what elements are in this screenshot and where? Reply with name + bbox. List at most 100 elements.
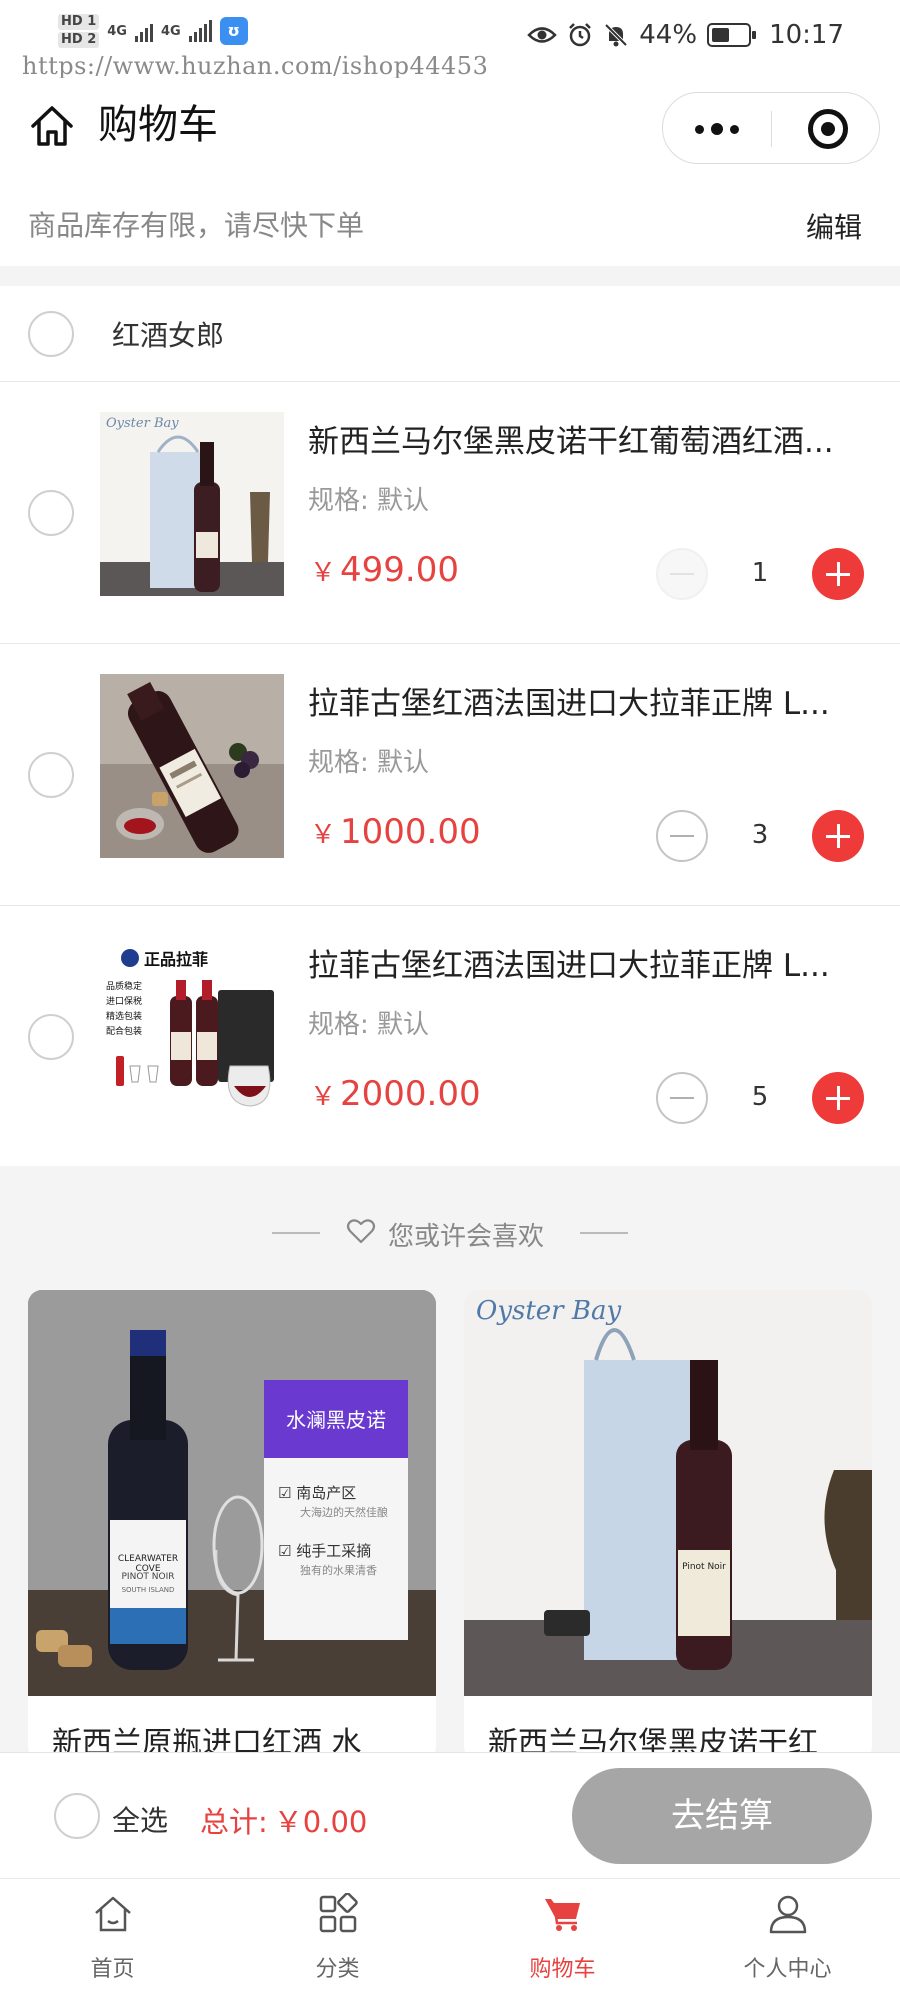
- image-feature: ☑ 南岛产区: [278, 1484, 357, 1502]
- price-value: 1000.00: [340, 812, 481, 852]
- divider-line: [272, 1232, 320, 1234]
- tab-home[interactable]: 首页: [0, 1879, 225, 2000]
- image-feature-sub: 大海边的天然佳酿: [300, 1506, 388, 1519]
- item-title[interactable]: 新西兰马尔堡黑皮诺干红葡萄酒红酒...: [308, 416, 868, 461]
- target-icon[interactable]: [808, 109, 848, 149]
- bottle-brand: CLEARWATER COVE: [117, 1554, 179, 1574]
- alarm-icon: [569, 23, 592, 47]
- store-name: 红酒女郎: [112, 319, 225, 352]
- image-point: 品质稳定: [106, 982, 143, 992]
- price-value: 499.00: [340, 550, 459, 590]
- tab-category[interactable]: 分类: [225, 1879, 450, 2000]
- cart-item: Oyster Bay 新西兰马尔堡黑皮诺干红葡萄酒红酒... 规格: 默认 ￥ 4…: [0, 382, 900, 644]
- app-notification-icon: ʊ: [219, 17, 248, 45]
- image-brand: Oyster Bay: [476, 1296, 622, 1326]
- status-left: HD 1 HD 2 4G 4G ʊ: [58, 14, 248, 48]
- quantity-plus-button[interactable]: [812, 810, 864, 862]
- tab-cart[interactable]: 购物车: [450, 1879, 675, 2000]
- total-label: 总计:: [200, 1805, 268, 1839]
- tab-bar: 首页 分类 购物车 个人中心: [0, 1878, 900, 2000]
- feature-label: 纯手工采摘: [296, 1542, 372, 1560]
- image-point: 精选包装: [106, 1012, 143, 1022]
- capsule-divider: [771, 111, 772, 147]
- product-image-badge: 正品拉菲: [144, 950, 209, 969]
- battery-icon: [707, 23, 757, 47]
- nav-bar: 购物车: [0, 78, 900, 174]
- home-icon: [95, 1896, 131, 1932]
- category-icon: [319, 1893, 358, 1933]
- image-panel-title: 水澜黑皮诺: [286, 1408, 386, 1432]
- quantity-plus-button[interactable]: [812, 548, 864, 600]
- edit-button[interactable]: 编辑: [806, 206, 862, 246]
- more-dots-icon[interactable]: [663, 93, 771, 165]
- stock-notice-text: 商品库存有限，请尽快下单: [28, 209, 365, 242]
- image-point: 进口保税: [106, 997, 143, 1007]
- cart-item: 正品拉菲 品质稳定 进口保税 精选包装 配合包装 拉菲古堡红酒法国进口大拉菲正牌…: [0, 906, 900, 1166]
- mute-icon: [604, 23, 628, 47]
- product-image-points: 品质稳定 进口保税 精选包装 配合包装: [106, 980, 142, 1040]
- item-title[interactable]: 拉菲古堡红酒法国进口大拉菲正牌 L...: [308, 940, 868, 985]
- select-all-label[interactable]: 全选: [112, 1799, 168, 1839]
- clock: 10:17: [769, 20, 844, 50]
- home-icon[interactable]: [28, 102, 76, 150]
- quantity-minus-button[interactable]: [656, 548, 708, 600]
- item-spec: 规格: 默认: [308, 1010, 430, 1040]
- quantity-value[interactable]: 5: [728, 1082, 792, 1112]
- product-image[interactable]: [100, 674, 284, 858]
- heart-icon: [346, 1219, 376, 1244]
- currency-symbol: ￥: [310, 820, 337, 850]
- quantity-plus-button[interactable]: [812, 1072, 864, 1124]
- quantity-minus-button[interactable]: [656, 810, 708, 862]
- currency-symbol: ￥: [310, 1082, 337, 1112]
- sim1-label: HD 1: [58, 14, 100, 30]
- sim2-label: HD 2: [58, 32, 100, 48]
- watermark-url: https://www.huzhan.com/ishop44453: [22, 52, 489, 80]
- divider-line: [580, 1232, 628, 1234]
- signal-icon: [188, 20, 212, 42]
- recommend-section: 您或许会喜欢 CLEARWATER COVE PINOT NOIR SOUTH …: [0, 1166, 900, 1760]
- bottle-region: SOUTH ISLAND: [121, 1586, 175, 1594]
- bottle-variety: Pinot Noir: [682, 1562, 726, 1572]
- product-image[interactable]: 正品拉菲 品质稳定 进口保税 精选包装 配合包装: [100, 936, 284, 1120]
- item-title[interactable]: 拉菲古堡红酒法国进口大拉菲正牌 L...: [308, 678, 868, 723]
- user-icon: [769, 1895, 807, 1934]
- store-select-radio[interactable]: [28, 311, 74, 357]
- item-select-radio[interactable]: [28, 752, 74, 798]
- item-price: ￥ 1000.00: [310, 812, 481, 852]
- select-all-radio[interactable]: [54, 1793, 100, 1839]
- status-bar: HD 1 HD 2 4G 4G ʊ https://www.huzhan.com…: [0, 0, 900, 80]
- product-image-brand: Oyster Bay: [106, 416, 179, 431]
- signal-icon: [134, 20, 153, 42]
- recommend-card-image[interactable]: Oyster Bay Pinot Noir: [464, 1290, 872, 1696]
- checkout-button[interactable]: 去结算: [572, 1768, 872, 1864]
- currency-symbol: ￥: [310, 558, 337, 588]
- recommend-card[interactable]: Oyster Bay Pinot Noir 新西兰马尔堡黑皮诺干红: [464, 1290, 872, 1760]
- recommend-title: 您或许会喜欢: [388, 1222, 545, 1252]
- item-price: ￥ 499.00: [310, 550, 459, 590]
- section-divider: [0, 266, 900, 286]
- bottle-variety: PINOT NOIR: [121, 1572, 175, 1582]
- recommend-card[interactable]: CLEARWATER COVE PINOT NOIR SOUTH ISLAND …: [28, 1290, 436, 1760]
- item-spec: 规格: 默认: [308, 486, 430, 516]
- price-value: 2000.00: [340, 1074, 481, 1114]
- eye-icon: [527, 27, 558, 43]
- item-spec: 规格: 默认: [308, 748, 430, 778]
- image-point: 配合包装: [106, 1027, 143, 1037]
- network-type-2: 4G: [160, 23, 181, 39]
- stock-notice-bar: 商品库存有限，请尽快下单 编辑: [0, 174, 900, 266]
- item-select-radio[interactable]: [28, 490, 74, 536]
- battery-percent: 44%: [639, 20, 698, 50]
- item-select-radio[interactable]: [28, 1014, 74, 1060]
- tab-label: 分类: [315, 1957, 360, 1982]
- quantity-value[interactable]: 3: [728, 820, 792, 850]
- recommend-card-image[interactable]: CLEARWATER COVE PINOT NOIR SOUTH ISLAND …: [28, 1290, 436, 1696]
- product-image[interactable]: Oyster Bay: [100, 412, 284, 596]
- page-title: 购物车: [98, 102, 218, 148]
- status-right: 44% 10:17: [527, 20, 844, 50]
- cart-icon: [545, 1899, 580, 1931]
- tab-profile[interactable]: 个人中心: [675, 1879, 900, 2000]
- feature-label: 南岛产区: [296, 1484, 357, 1502]
- quantity-minus-button[interactable]: [656, 1072, 708, 1124]
- store-header: 红酒女郎: [0, 286, 900, 382]
- quantity-value[interactable]: 1: [728, 558, 792, 588]
